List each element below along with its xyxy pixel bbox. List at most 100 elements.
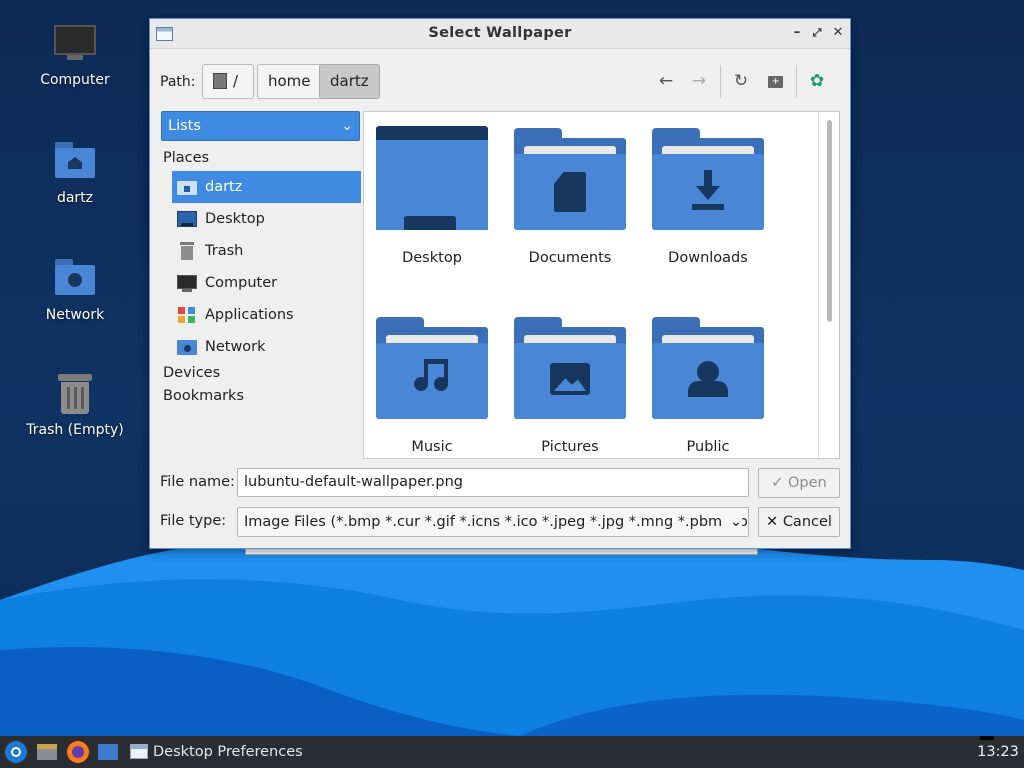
new-folder-icon[interactable]: + (761, 64, 789, 99)
sidebar-view-label: Lists (168, 118, 201, 134)
places-tree-icon[interactable]: ✿ (803, 64, 831, 99)
lubuntu-menu-icon[interactable] (4, 740, 28, 764)
breadcrumb-label: / (233, 72, 239, 90)
sidebar-item-label: dartz (205, 179, 243, 195)
show-desktop-icon[interactable] (96, 740, 120, 764)
network-icon (177, 338, 197, 356)
back-arrow-icon[interactable]: ← (652, 64, 680, 99)
sidebar-item-dartz[interactable]: dartz (172, 171, 361, 203)
sidebar-item-label: Desktop (205, 211, 265, 227)
file-item-label: Downloads (668, 250, 748, 266)
open-button[interactable]: ✓ Open (758, 468, 840, 498)
file-type-label: File type: (160, 513, 227, 529)
cancel-button-label: Cancel (782, 514, 832, 530)
file-item-public[interactable]: Public (646, 315, 770, 455)
file-item-documents[interactable]: Documents (508, 126, 632, 266)
desktop-icon-label: Trash (Empty) (26, 422, 124, 438)
bookmarks-heading[interactable]: Bookmarks (163, 388, 244, 404)
firefox-icon[interactable] (66, 740, 90, 764)
places-heading[interactable]: Places (163, 150, 209, 166)
forward-arrow-icon[interactable]: → (685, 64, 713, 99)
title-bar[interactable]: Select Wallpaper – ⤢ ✕ (150, 19, 850, 49)
file-item-pictures[interactable]: Pictures (508, 315, 632, 455)
clock[interactable]: 13:23 (976, 736, 1020, 768)
cancel-button[interactable]: ✕ Cancel (758, 507, 840, 537)
refresh-icon[interactable]: ↻ (727, 64, 755, 99)
downloads-folder-icon (652, 126, 764, 232)
computer-icon (53, 22, 97, 66)
desktop-icon-computer[interactable]: Computer (20, 22, 130, 88)
breadcrumb-home[interactable]: home (257, 64, 322, 99)
vertical-scrollbar[interactable] (818, 112, 839, 458)
file-item-label: Music (411, 439, 453, 455)
desktop-icon-label: dartz (56, 190, 94, 206)
taskbar-window-label: Desktop Preferences (153, 744, 303, 760)
trash-icon (53, 372, 97, 416)
scrollbar-thumb[interactable] (827, 120, 832, 322)
home-folder-icon (177, 178, 197, 196)
sidebar-item-desktop[interactable]: Desktop (172, 203, 361, 235)
pictures-folder-icon (514, 315, 626, 421)
cancel-x-icon: ✕ (766, 514, 779, 530)
file-icon-view[interactable]: Desktop Documents Downloads Music Pictur… (363, 111, 840, 459)
sidebar-item-label: Computer (205, 275, 278, 291)
desktop-icon-home[interactable]: dartz (20, 140, 130, 206)
toolbar-separator (796, 65, 797, 98)
window-title: Select Wallpaper (428, 25, 572, 41)
breadcrumb-dartz[interactable]: dartz (319, 64, 380, 99)
breadcrumb-label: home (268, 72, 311, 90)
close-button[interactable]: ✕ (829, 24, 847, 42)
file-item-music[interactable]: Music (370, 315, 494, 455)
background-window-edge (245, 548, 758, 555)
file-type-select[interactable]: Image Files (*.bmp *.cur *.gif *.icns *.… (237, 507, 749, 537)
sidebar-item-computer[interactable]: Computer (172, 267, 361, 299)
file-item-label: Public (686, 439, 730, 455)
taskbar: Desktop Preferences 13:23 (0, 736, 1024, 768)
file-item-label: Documents (528, 250, 612, 266)
music-folder-icon (376, 315, 488, 421)
file-item-label: Pictures (541, 439, 599, 455)
sidebar-item-label: Trash (205, 243, 244, 259)
breadcrumb-label: dartz (330, 72, 369, 90)
file-item-label: Desktop (402, 250, 462, 266)
desktop-icon-label: Computer (40, 72, 110, 88)
taskbar-window-desktop-preferences[interactable]: Desktop Preferences (127, 736, 303, 768)
desktop-icon-label: Network (45, 307, 105, 323)
maximize-button[interactable]: ⤢ (808, 24, 826, 42)
home-folder-icon (53, 140, 97, 184)
check-icon: ✓ (771, 475, 784, 491)
chevron-down-icon: ⌄ (341, 118, 353, 134)
drive-icon (213, 73, 227, 89)
applications-icon (177, 306, 197, 324)
file-type-value: Image Files (*.bmp *.cur *.gif *.icns *.… (244, 514, 749, 530)
window-icon (130, 744, 148, 759)
file-name-input[interactable]: lubuntu-default-wallpaper.png (237, 468, 749, 497)
open-button-label: Open (788, 475, 827, 491)
computer-icon (177, 274, 197, 292)
file-item-desktop[interactable]: Desktop (370, 126, 494, 266)
select-wallpaper-dialog: Select Wallpaper – ⤢ ✕ Path: / home dart… (149, 18, 851, 549)
chevron-down-icon: ⌄ (725, 508, 742, 536)
file-manager-icon[interactable] (35, 740, 59, 764)
sidebar-item-network[interactable]: Network (172, 331, 361, 363)
toolbar-separator (720, 65, 721, 98)
network-folder-icon (53, 257, 97, 301)
sidebar-item-trash[interactable]: Trash (172, 235, 361, 267)
documents-folder-icon (514, 126, 626, 232)
breadcrumb-root[interactable]: / (202, 64, 254, 99)
desktop-icon-network[interactable]: Network (20, 257, 130, 323)
minimize-button[interactable]: – (788, 24, 806, 42)
sidebar-item-label: Network (205, 339, 266, 355)
devices-heading[interactable]: Devices (163, 365, 220, 381)
file-name-label: File name: (160, 474, 235, 490)
path-label: Path: (160, 74, 196, 90)
sidebar-view-select[interactable]: Lists ⌄ (161, 111, 360, 141)
desktop-folder-icon (376, 126, 488, 232)
desktop-icon (177, 210, 197, 228)
trash-icon (177, 242, 197, 260)
public-folder-icon (652, 315, 764, 421)
desktop-icon-trash[interactable]: Trash (Empty) (20, 372, 130, 438)
sidebar-item-applications[interactable]: Applications (172, 299, 361, 331)
file-item-downloads[interactable]: Downloads (646, 126, 770, 266)
sidebar-item-label: Applications (205, 307, 294, 323)
